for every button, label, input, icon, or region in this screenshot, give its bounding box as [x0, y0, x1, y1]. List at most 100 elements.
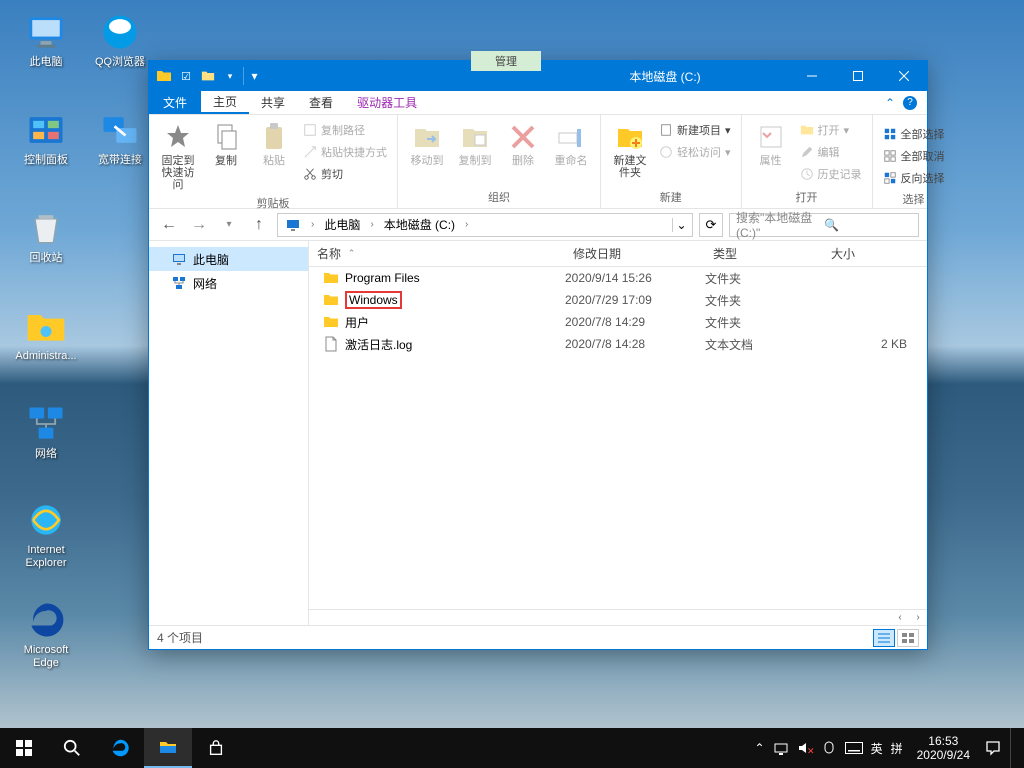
breadcrumb[interactable]: › 此电脑 › 本地磁盘 (C:) › ⌄	[277, 213, 693, 237]
qat-folder-icon[interactable]	[199, 67, 217, 85]
up-button[interactable]: ↑	[247, 213, 271, 237]
properties-button[interactable]: 属性	[750, 119, 792, 169]
search-task-button[interactable]	[48, 728, 96, 768]
chevron-right-icon[interactable]: ›	[308, 219, 317, 230]
system-tray: ⌃ ✕ 英 拼 16:53 2020/9/24	[747, 728, 1024, 768]
desktop-icon-edge[interactable]: Microsoft Edge	[10, 598, 82, 670]
tray-network-icon[interactable]	[773, 740, 789, 756]
group-select-label: 选择	[903, 189, 925, 210]
file-row[interactable]: Program Files2020/9/14 15:26文件夹	[309, 267, 927, 289]
copy-path-button[interactable]: 复制路径	[301, 119, 389, 141]
pin-to-quick-access-button[interactable]: 固定到快速访问	[157, 119, 199, 193]
copy-to-button[interactable]: 复制到	[454, 119, 496, 169]
taskbar-edge[interactable]	[96, 728, 144, 768]
minimize-ribbon-icon[interactable]: ⌃	[885, 96, 895, 110]
quick-access-toolbar: ☑ ▾ ▾	[149, 67, 267, 85]
titlebar[interactable]: ☑ ▾ ▾ 管理 本地磁盘 (C:)	[149, 61, 927, 91]
search-icon: 🔍	[824, 218, 912, 232]
close-button[interactable]	[881, 61, 927, 91]
delete-button[interactable]: 删除	[502, 119, 544, 169]
chevron-right-icon[interactable]: ›	[367, 219, 376, 230]
breadcrumb-pc-icon[interactable]	[280, 214, 306, 236]
start-button[interactable]	[0, 728, 48, 768]
tab-drive-tools[interactable]: 驱动器工具	[345, 91, 429, 114]
column-headers: 名称 ⌃ 修改日期 类型 大小	[309, 241, 927, 267]
back-button[interactable]: ←	[157, 213, 181, 237]
desktop-icon-this-pc[interactable]: 此电脑	[10, 10, 82, 69]
tab-file[interactable]: 文件	[149, 91, 201, 114]
refresh-button[interactable]: ⟳	[699, 213, 723, 237]
easy-access-button[interactable]: 轻松访问 ▾	[657, 141, 733, 163]
new-item-button[interactable]: 新建项目 ▾	[657, 119, 733, 141]
breadcrumb-drive[interactable]: 本地磁盘 (C:)	[379, 214, 460, 236]
col-type[interactable]: 类型	[705, 241, 823, 266]
tray-ime-lang[interactable]: 英	[871, 740, 883, 757]
desktop-icon-broadband[interactable]: 宽带连接	[84, 108, 156, 167]
breadcrumb-this-pc[interactable]: 此电脑	[319, 214, 365, 236]
folder-icon	[155, 67, 173, 85]
navpane-this-pc[interactable]: 此电脑	[149, 247, 308, 271]
cut-button[interactable]: 剪切	[301, 163, 389, 185]
qat-dropdown-icon[interactable]: ▾	[221, 67, 239, 85]
tab-view[interactable]: 查看	[297, 91, 345, 114]
group-open-label: 打开	[796, 187, 818, 208]
group-organize-label: 组织	[488, 187, 510, 208]
file-row[interactable]: Windows2020/7/29 17:09文件夹	[309, 289, 927, 311]
scroll-right-button[interactable]: ›	[909, 610, 927, 625]
desktop-icon-control-panel[interactable]: 控制面板	[10, 108, 82, 167]
desktop-icon-qq-browser[interactable]: QQ浏览器	[84, 10, 156, 69]
minimize-button[interactable]	[789, 61, 835, 91]
recent-locations-button[interactable]: ▾	[217, 213, 241, 237]
select-all-button[interactable]: 全部选择	[881, 123, 947, 145]
window-title: 本地磁盘 (C:)	[541, 68, 789, 85]
address-bar-row: ← → ▾ ↑ › 此电脑 › 本地磁盘 (C:) › ⌄ ⟳ 搜索"本地磁盘 …	[149, 209, 927, 241]
select-none-button[interactable]: 全部取消	[881, 145, 947, 167]
col-name[interactable]: 名称 ⌃	[309, 241, 565, 266]
col-size[interactable]: 大小	[823, 241, 927, 266]
col-date[interactable]: 修改日期	[565, 241, 705, 266]
desktop-icon-admin-folder[interactable]: Administra...	[10, 304, 82, 363]
tray-keyboard-icon[interactable]	[845, 742, 863, 754]
file-row[interactable]: 用户2020/7/8 14:29文件夹	[309, 311, 927, 333]
desktop-icon-ie[interactable]: Internet Explorer	[10, 498, 82, 570]
help-icon[interactable]: ?	[903, 96, 917, 110]
desktop-icon-recycle-bin[interactable]: 回收站	[10, 206, 82, 265]
move-to-button[interactable]: 移动到	[406, 119, 448, 169]
scroll-left-button[interactable]: ‹	[891, 610, 909, 625]
ribbon-body: 固定到快速访问 复制 粘贴 复制路径 粘贴快捷方式 剪切 剪贴板 移动到 复制到…	[149, 115, 927, 209]
taskbar-store[interactable]	[192, 728, 240, 768]
desktop-icon-network[interactable]: 网络	[10, 402, 82, 461]
tray-input-method-icon[interactable]	[821, 740, 837, 756]
breadcrumb-dropdown-icon[interactable]: ⌄	[672, 218, 690, 232]
qat-overflow-icon[interactable]: ▾	[243, 67, 261, 85]
copy-button[interactable]: 复制	[205, 119, 247, 169]
view-large-icons-button[interactable]	[897, 629, 919, 647]
history-button[interactable]: 历史记录	[798, 163, 864, 185]
tab-share[interactable]: 共享	[249, 91, 297, 114]
forward-button[interactable]: →	[187, 213, 211, 237]
qat-checkbox-icon[interactable]: ☑	[177, 67, 195, 85]
tray-volume-muted-icon[interactable]: ✕	[797, 740, 813, 756]
file-row[interactable]: 激活日志.log2020/7/8 14:28文本文档2 KB	[309, 333, 927, 355]
tab-home[interactable]: 主页	[201, 91, 249, 114]
invert-selection-button[interactable]: 反向选择	[881, 167, 947, 189]
edit-button[interactable]: 编辑	[798, 141, 864, 163]
tray-ime-mode[interactable]: 拼	[891, 740, 903, 757]
taskbar-explorer[interactable]	[144, 728, 192, 768]
tray-overflow-icon[interactable]: ⌃	[755, 741, 765, 755]
search-input[interactable]: 搜索"本地磁盘 (C:)"🔍	[729, 213, 919, 237]
paste-shortcut-button[interactable]: 粘贴快捷方式	[301, 141, 389, 163]
group-new-label: 新建	[660, 187, 682, 208]
paste-button[interactable]: 粘贴	[253, 119, 295, 169]
navpane-network[interactable]: 网络	[149, 271, 308, 295]
view-details-button[interactable]	[873, 629, 895, 647]
tray-clock[interactable]: 16:53 2020/9/24	[911, 734, 976, 763]
open-button[interactable]: 打开 ▾	[798, 119, 864, 141]
new-folder-button[interactable]: 新建文件夹	[609, 119, 651, 181]
contextual-tab-label: 管理	[471, 51, 541, 71]
rename-button[interactable]: 重命名	[550, 119, 592, 169]
chevron-right-icon[interactable]: ›	[462, 219, 471, 230]
show-desktop-button[interactable]	[1010, 728, 1016, 768]
action-center-icon[interactable]	[984, 739, 1002, 757]
maximize-button[interactable]	[835, 61, 881, 91]
